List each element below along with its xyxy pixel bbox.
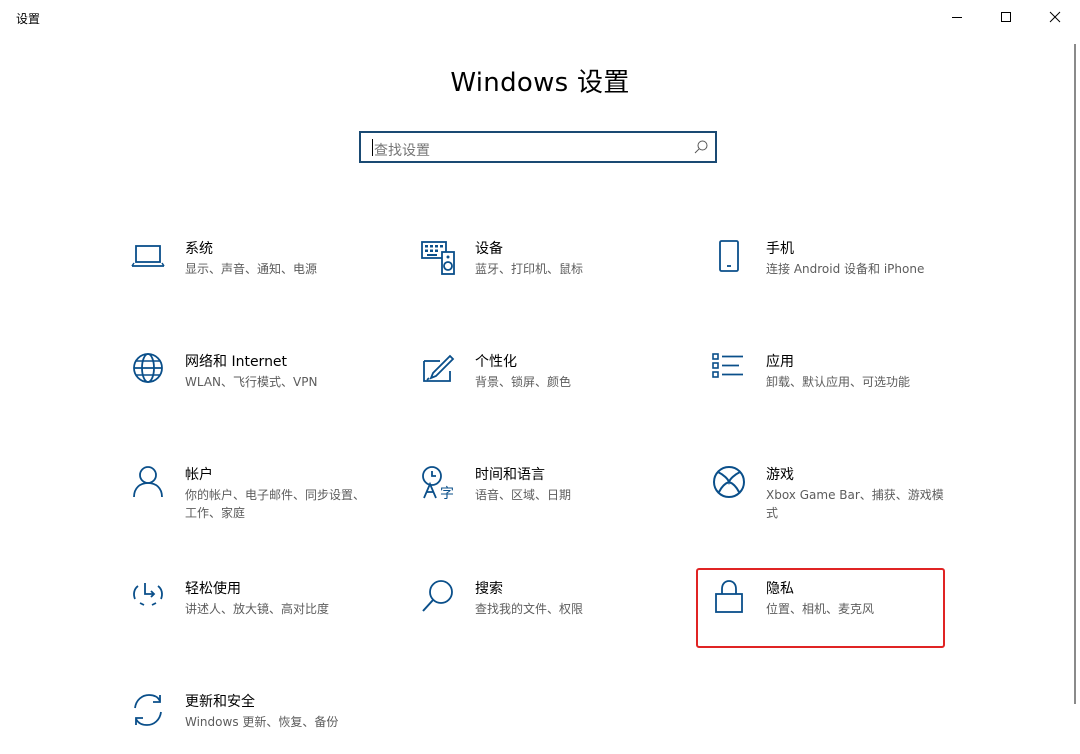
- tile-description: 位置、相机、麦克风: [766, 602, 875, 616]
- close-icon: [1049, 11, 1061, 23]
- maximize-button[interactable]: [983, 0, 1029, 34]
- minimize-button[interactable]: [934, 0, 980, 34]
- laptop-icon: [131, 245, 165, 267]
- tile-title: 网络和 Internet: [185, 354, 288, 370]
- tile-gaming[interactable]: 游戏 Xbox Game Bar、捕获、游戏模式: [711, 466, 961, 546]
- minimize-icon: [952, 17, 962, 18]
- search-input[interactable]: 查找设置: [359, 131, 717, 163]
- tile-description: 查找我的文件、权限: [475, 602, 584, 616]
- search-icon: [422, 580, 453, 612]
- tile-title: 轻松使用: [185, 581, 241, 597]
- time-language-icon: 字: [422, 466, 454, 502]
- tile-search[interactable]: 搜索 查找我的文件、权限: [420, 580, 670, 660]
- app-title: 设置: [16, 12, 41, 26]
- search-icon[interactable]: [693, 139, 709, 155]
- tile-title: 系统: [185, 241, 213, 257]
- tile-devices[interactable]: 设备 蓝牙、打印机、鼠标: [420, 240, 670, 320]
- tile-description: 讲述人、放大镜、高对比度: [185, 602, 330, 616]
- paint-icon: [423, 354, 455, 382]
- search-placeholder: 查找设置: [374, 143, 430, 159]
- text-caret: [372, 139, 373, 156]
- settings-window: 设置 Windows 设置 查找设置 系统 显示、声音、通知、电源 设备 蓝牙、…: [0, 0, 1080, 754]
- update-sync-icon: [134, 694, 162, 726]
- phone-icon: [719, 240, 739, 272]
- tile-description: 连接 Android 设备和 iPhone: [766, 262, 925, 276]
- tile-description: 蓝牙、打印机、鼠标: [475, 262, 584, 276]
- tile-title: 设备: [475, 241, 503, 257]
- tile-description: Xbox Game Bar、捕获、游戏模式: [766, 488, 944, 520]
- globe-icon: [133, 353, 163, 383]
- title-bar: 设置: [0, 0, 1080, 34]
- keyboard-speaker-icon: [421, 241, 455, 275]
- tile-description: 卸载、默认应用、可选功能: [766, 375, 911, 389]
- tile-phone[interactable]: 手机 连接 Android 设备和 iPhone: [711, 240, 961, 320]
- tile-update-security[interactable]: 更新和安全 Windows 更新、恢复、备份: [130, 693, 380, 754]
- maximize-icon: [1001, 12, 1011, 22]
- person-icon: [133, 466, 163, 498]
- tile-time-language[interactable]: 字 时间和语言 语音、区域、日期: [420, 466, 670, 546]
- tile-title: 帐户: [185, 467, 213, 483]
- tile-accounts[interactable]: 帐户 你的帐户、电子邮件、同步设置、工作、家庭: [130, 466, 380, 546]
- ease-of-access-icon: [133, 583, 163, 606]
- tile-personalization[interactable]: 个性化 背景、锁屏、颜色: [420, 353, 670, 433]
- tile-title: 隐私: [766, 581, 794, 597]
- tile-description: 背景、锁屏、颜色: [475, 375, 572, 389]
- svg-text:字: 字: [440, 486, 454, 502]
- tile-title: 个性化: [475, 354, 517, 370]
- tile-system[interactable]: 系统 显示、声音、通知、电源: [130, 240, 380, 320]
- tile-ease-of-access[interactable]: 轻松使用 讲述人、放大镜、高对比度: [130, 580, 380, 660]
- lock-icon: [715, 580, 743, 613]
- tile-description: 显示、声音、通知、电源: [185, 262, 318, 276]
- tile-title: 时间和语言: [475, 467, 545, 483]
- scrollbar[interactable]: [1074, 44, 1076, 704]
- tile-apps[interactable]: 应用 卸载、默认应用、可选功能: [711, 353, 961, 433]
- tile-description: 语音、区域、日期: [475, 488, 572, 502]
- tile-description: WLAN、飞行模式、VPN: [185, 375, 318, 389]
- tile-title: 应用: [766, 354, 794, 370]
- tile-title: 游戏: [766, 467, 794, 483]
- tile-title: 更新和安全: [185, 694, 255, 710]
- page-title: Windows 设置: [450, 68, 630, 98]
- tile-description: 你的帐户、电子邮件、同步设置、工作、家庭: [185, 488, 366, 520]
- apps-list-icon: [712, 353, 743, 378]
- xbox-icon: [713, 466, 745, 498]
- tile-privacy[interactable]: 隐私 位置、相机、麦克风: [711, 580, 961, 660]
- tile-network[interactable]: 网络和 Internet WLAN、飞行模式、VPN: [130, 353, 380, 433]
- tile-title: 搜索: [475, 581, 503, 597]
- tile-description: Windows 更新、恢复、备份: [185, 715, 339, 729]
- tile-title: 手机: [766, 241, 794, 257]
- close-button[interactable]: [1032, 0, 1078, 34]
